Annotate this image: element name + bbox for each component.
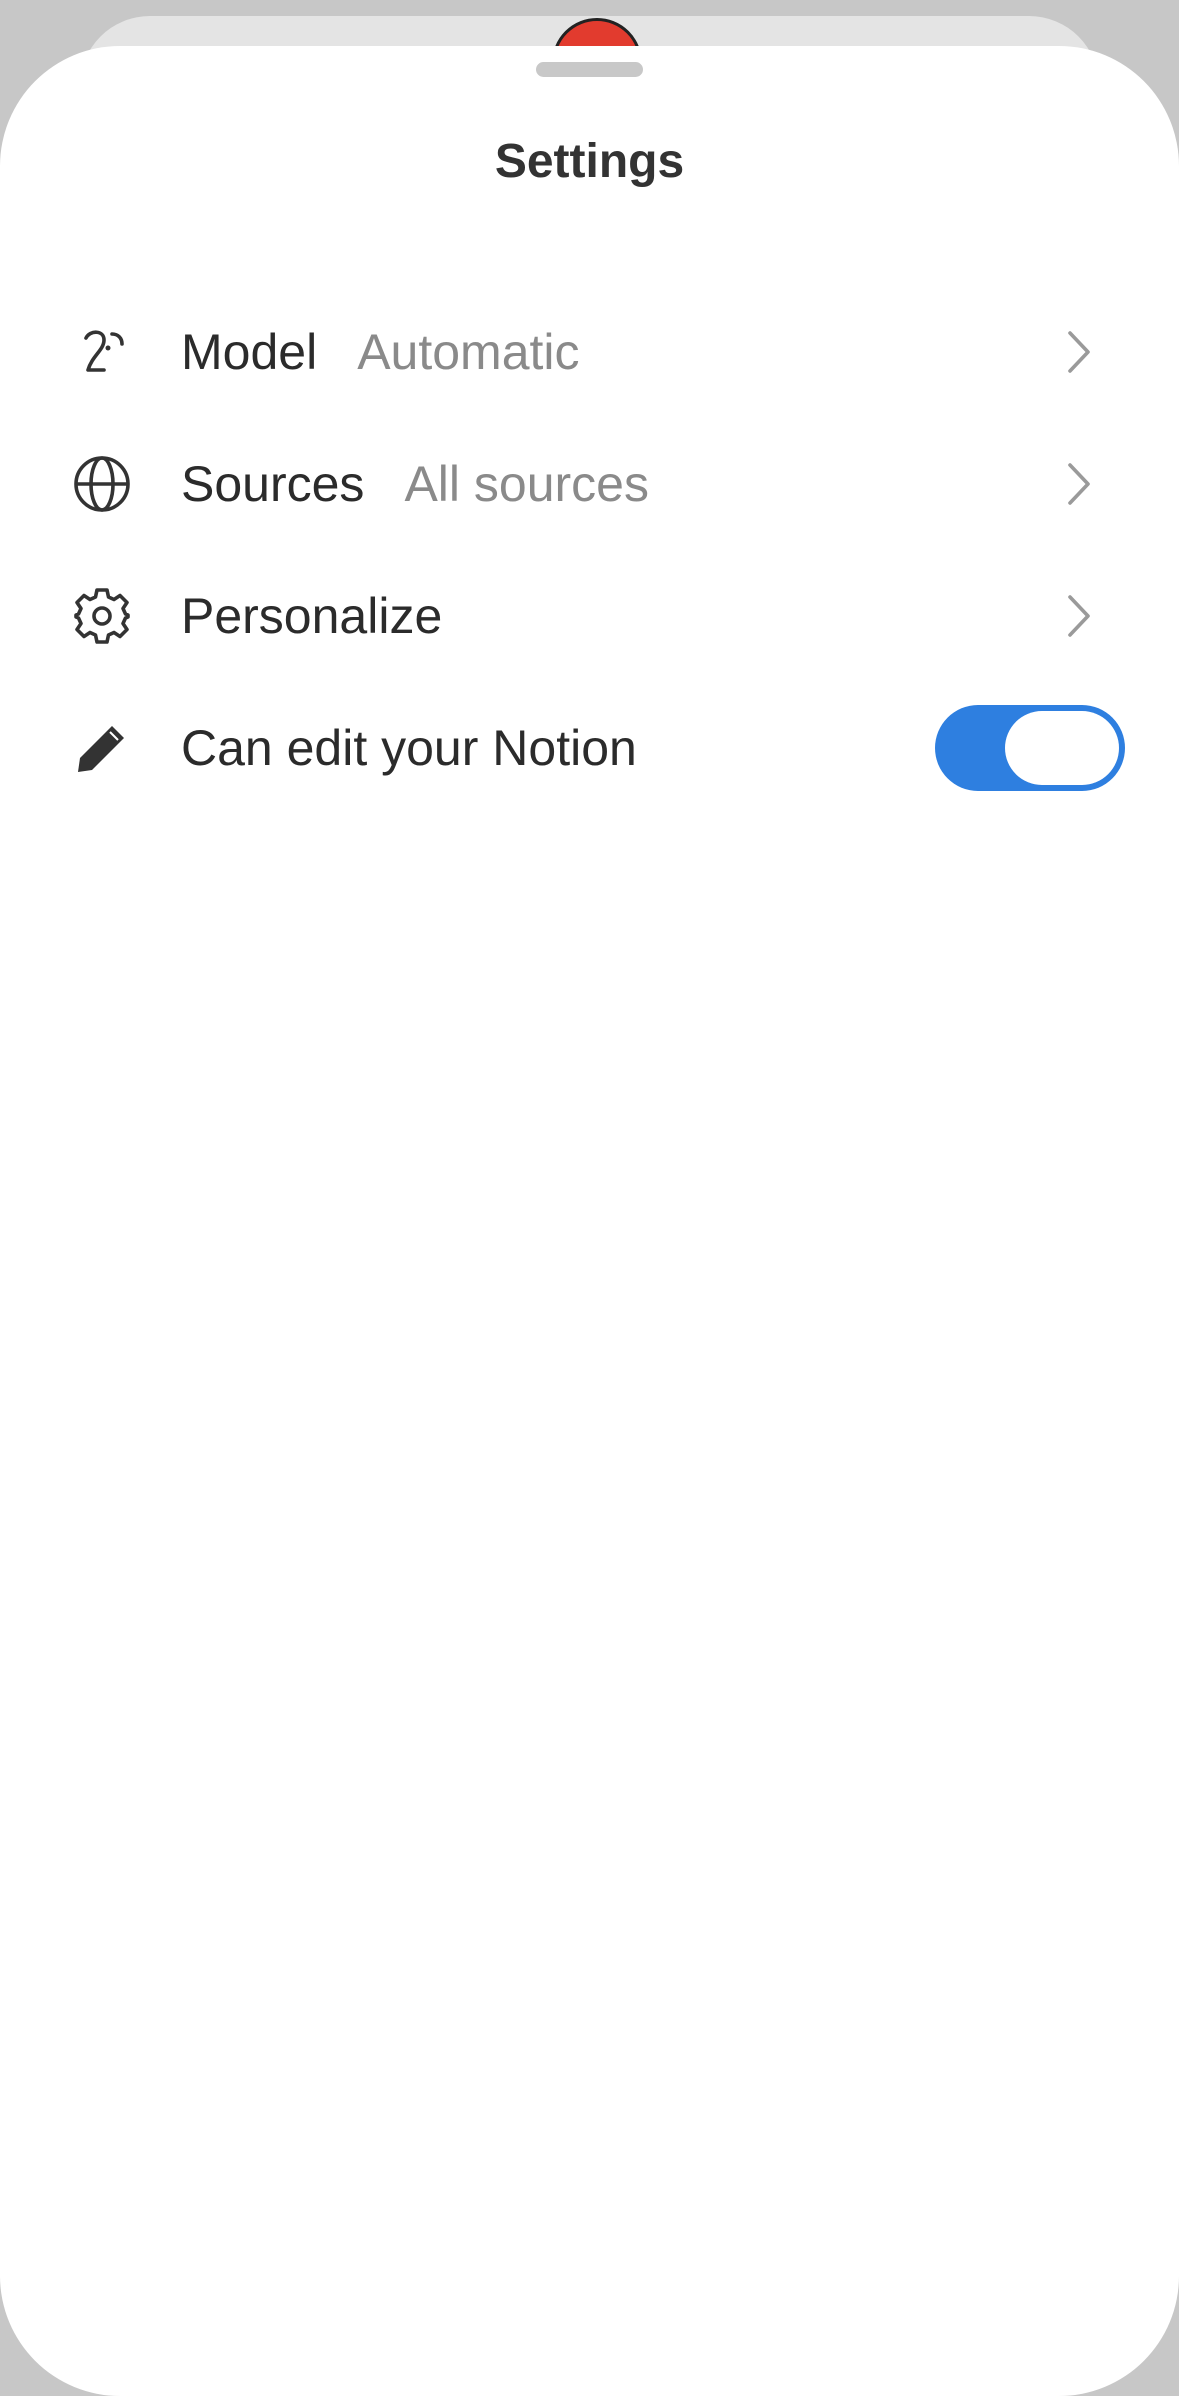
page-title: Settings [494,135,685,188]
settings-sheet: Settings Model Automatic Sources All sou… [0,46,1179,2396]
chevron-right-icon [1059,454,1099,514]
settings-row-edit-notion: Can edit your Notion [0,682,1179,814]
edit-notion-toggle[interactable] [935,705,1125,791]
row-label: Can edit your Notion [181,720,637,776]
row-label: Sources [181,456,365,512]
pencil-icon [70,716,134,780]
sheet-grabber[interactable] [536,62,643,77]
settings-row-model[interactable]: Model Automatic [0,286,1179,418]
toggle-knob [1005,711,1119,785]
chevron-right-icon [1059,586,1099,646]
settings-row-personalize[interactable]: Personalize [0,550,1179,682]
row-value: Automatic [357,324,580,380]
globe-icon [70,452,134,516]
row-label: Personalize [181,588,443,644]
settings-row-sources[interactable]: Sources All sources [0,418,1179,550]
gear-icon [70,584,134,648]
row-label: Model [181,324,318,380]
model-icon [70,320,134,384]
row-value: All sources [404,456,649,512]
settings-list: Model Automatic Sources All sources Pers… [0,286,1179,814]
chevron-right-icon [1059,322,1099,382]
